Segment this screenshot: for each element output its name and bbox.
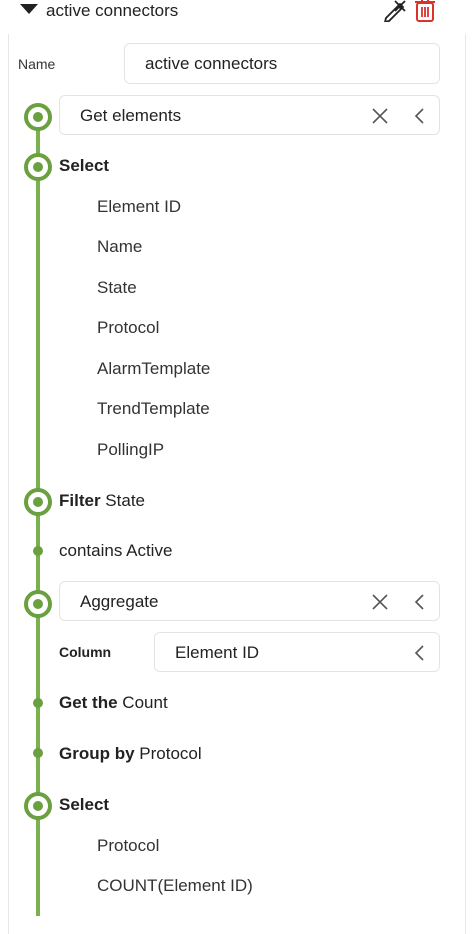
pipeline-node bbox=[24, 792, 52, 820]
select-column-item: TrendTemplate bbox=[97, 399, 210, 418]
select-step-label: Select bbox=[59, 156, 110, 175]
select-column-item: COUNT(Element ID) bbox=[97, 876, 253, 895]
name-input[interactable]: active connectors bbox=[124, 43, 440, 84]
group-by-step: Group by Protocol bbox=[59, 744, 202, 763]
x-icon[interactable] bbox=[370, 592, 390, 612]
select-column-item: AlarmTemplate bbox=[97, 359, 211, 378]
filter-step: Filter State bbox=[59, 491, 145, 510]
name-label: Name bbox=[18, 56, 56, 72]
pipeline-dot bbox=[33, 698, 43, 708]
query-title: active connectors bbox=[46, 1, 179, 20]
chevron-left-icon[interactable] bbox=[412, 643, 426, 663]
chevron-left-icon[interactable] bbox=[412, 106, 426, 126]
x-icon[interactable] bbox=[370, 106, 390, 126]
collapse-caret-icon[interactable] bbox=[20, 4, 38, 14]
select-step-label: Select bbox=[59, 795, 110, 814]
select-column-item: Name bbox=[97, 237, 143, 256]
pipeline-node bbox=[24, 590, 52, 618]
pipeline-dot bbox=[33, 748, 43, 758]
pen-with-x-icon[interactable] bbox=[382, 0, 408, 22]
aggregate-value: Aggregate bbox=[80, 592, 159, 611]
chevron-left-icon[interactable] bbox=[412, 592, 426, 612]
select-column-item: Element ID bbox=[97, 197, 182, 216]
name-input-value: active connectors bbox=[145, 54, 278, 73]
get-elements-select[interactable]: Get elements bbox=[59, 95, 440, 135]
column-select[interactable]: Element ID bbox=[154, 632, 440, 672]
pipeline-node bbox=[24, 103, 52, 131]
aggregate-select[interactable]: Aggregate bbox=[59, 581, 440, 621]
select-column-item: State bbox=[97, 278, 137, 297]
select-column-item: Protocol bbox=[97, 836, 160, 855]
filter-condition: contains Active bbox=[59, 541, 173, 560]
column-label: Column bbox=[59, 644, 112, 660]
select-column-item: Protocol bbox=[97, 318, 160, 337]
trash-icon[interactable] bbox=[414, 0, 436, 22]
pipeline-node bbox=[24, 488, 52, 516]
column-value: Element ID bbox=[175, 643, 260, 662]
select-column-item: PollingIP bbox=[97, 440, 165, 459]
count-step: Get the Count bbox=[59, 693, 168, 712]
pipeline-node bbox=[24, 153, 52, 181]
pipeline-dot bbox=[33, 546, 43, 556]
get-elements-value: Get elements bbox=[80, 106, 182, 125]
